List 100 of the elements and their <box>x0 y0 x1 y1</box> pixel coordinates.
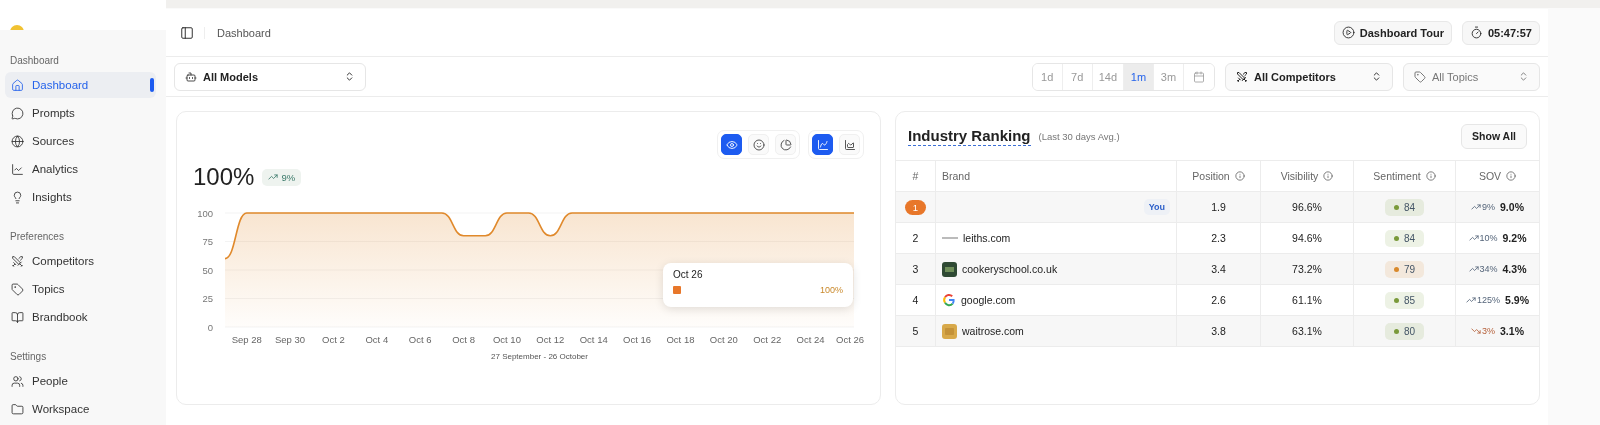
brand-name: leiths.com <box>963 232 1011 244</box>
info-icon <box>1234 171 1245 181</box>
nav-item[interactable]: Topics <box>5 276 156 302</box>
brand-logo-icon <box>942 323 957 339</box>
axis-title: 27 September - 26 October <box>491 352 588 361</box>
home-icon <box>11 78 24 92</box>
table-cell: 63.1% <box>1261 316 1354 347</box>
sov-value: 4.3% <box>1502 263 1527 275</box>
column-header: Brand <box>936 161 1177 192</box>
bot-icon <box>185 70 197 83</box>
table-cell: 2.3 <box>1177 223 1261 254</box>
x-axis-label: Oct 10 <box>492 334 521 345</box>
nav-item[interactable]: Analytics <box>5 156 156 182</box>
breadcrumb: Dashboard <box>204 26 271 39</box>
competitors-select[interactable]: All Competitors <box>1225 62 1393 91</box>
google-logo-icon <box>942 293 956 307</box>
nav-item[interactable]: Workspace <box>5 396 156 422</box>
info-icon <box>1506 171 1517 181</box>
timer-icon <box>1469 26 1483 39</box>
sentiment-pill: 84 <box>1384 229 1425 247</box>
sov-change: 9% <box>1471 202 1496 212</box>
x-axis-label: Oct 14 <box>579 334 608 345</box>
sentiment-pill: 80 <box>1384 322 1425 340</box>
chevron-icon <box>1518 71 1529 82</box>
card-subtitle: (Last 30 days Avg.) <box>1038 130 1120 142</box>
timer: 05:47:57 <box>1461 20 1540 45</box>
section-title: Dashboard <box>9 55 60 66</box>
table-cell: 1.9 <box>1177 192 1261 223</box>
change-badge: 9% <box>262 168 302 186</box>
line-chart-icon <box>11 162 24 176</box>
nav-item[interactable]: Prompts <box>5 100 156 126</box>
section-title: Preferences <box>9 231 65 242</box>
sov-value: 5.9% <box>1505 294 1529 306</box>
y-axis-label: 50 <box>202 264 213 276</box>
column-header: Sentiment <box>1354 161 1456 192</box>
rank-number: 5 <box>912 325 919 337</box>
nav-item[interactable]: People <box>5 368 156 394</box>
chevron-icon <box>344 71 355 82</box>
pie-chart-icon <box>779 138 792 151</box>
sov-value: 3.1% <box>1500 325 1524 337</box>
brand-name: cookeryschool.co.uk <box>962 263 1058 275</box>
sidebar-toggle-icon[interactable] <box>180 25 194 40</box>
x-axis-label: Sep 28 <box>231 334 262 345</box>
sov-change: 3% <box>1471 326 1496 336</box>
card-title: Industry Ranking <box>908 126 1031 146</box>
trend-up-icon <box>1466 295 1476 305</box>
y-axis-label: 100 <box>197 207 213 219</box>
topics-select[interactable]: All Topics <box>1403 62 1540 91</box>
x-axis-label: Oct 6 <box>408 334 432 345</box>
column-header: # <box>896 161 936 192</box>
model-select[interactable]: All Models <box>174 62 366 91</box>
rank-number: 4 <box>912 294 919 306</box>
info-icon <box>1323 171 1334 181</box>
rank-number: 3 <box>912 263 919 275</box>
x-axis-label: Oct 12 <box>536 334 565 345</box>
trend-up-icon <box>1468 233 1479 243</box>
show-all-button[interactable]: Show All <box>1461 123 1527 149</box>
table-cell: 61.1% <box>1261 285 1354 316</box>
x-axis-label: Oct 22 <box>753 334 782 345</box>
table-cell: 96.6% <box>1261 192 1354 223</box>
tooltip-date: Oct 26 <box>673 269 704 280</box>
rank-number: 2 <box>912 232 919 244</box>
column-header: Visibility <box>1261 161 1354 192</box>
column-header: Position <box>1177 161 1261 192</box>
info-icon <box>1425 171 1436 181</box>
sov-change: 125% <box>1466 295 1501 305</box>
y-axis-label: 25 <box>202 293 213 304</box>
nav-item[interactable]: Insights <box>5 184 156 210</box>
nav-item[interactable]: Sources <box>5 128 156 154</box>
swords-icon <box>11 254 24 268</box>
y-axis-label: 75 <box>202 236 213 247</box>
table-cell: 3.4 <box>1177 254 1261 285</box>
nav-item[interactable]: Brandbook <box>5 304 156 330</box>
brand-logo-icon <box>942 261 957 277</box>
x-axis-label: Oct 24 <box>796 334 825 345</box>
trend-up-icon <box>1468 264 1479 274</box>
nav-item[interactable]: Dashboard <box>5 72 156 98</box>
sov-value: 9.2% <box>1502 232 1527 244</box>
section-title: Settings <box>9 351 48 362</box>
x-axis-label: Oct 16 <box>623 334 652 345</box>
chevron-icon <box>1371 71 1382 82</box>
globe-icon <box>11 134 24 148</box>
eye-icon <box>725 138 738 151</box>
table-cell: 2.6 <box>1177 285 1261 316</box>
nav-item[interactable]: Competitors <box>5 248 156 274</box>
brand-name: google.com <box>961 294 1016 306</box>
table-cell: 3.8 <box>1177 316 1261 347</box>
tour-button[interactable]: Dashboard Tour <box>1333 20 1452 45</box>
x-axis-label: Oct 4 <box>365 334 389 345</box>
swords-icon <box>1236 70 1248 83</box>
table-cell: 94.6% <box>1261 223 1354 254</box>
calendar-icon <box>1193 70 1205 83</box>
chart-type-toggle[interactable] <box>812 134 833 155</box>
range-tab[interactable]: 1m <box>1124 63 1154 90</box>
x-axis-label: Oct 26 <box>836 334 864 345</box>
you-badge: You <box>1143 199 1170 215</box>
sentiment-pill: 84 <box>1384 198 1425 216</box>
metric-toggle[interactable] <box>721 134 742 155</box>
trend-down-icon <box>1471 326 1481 336</box>
lightbulb-icon <box>11 190 24 204</box>
